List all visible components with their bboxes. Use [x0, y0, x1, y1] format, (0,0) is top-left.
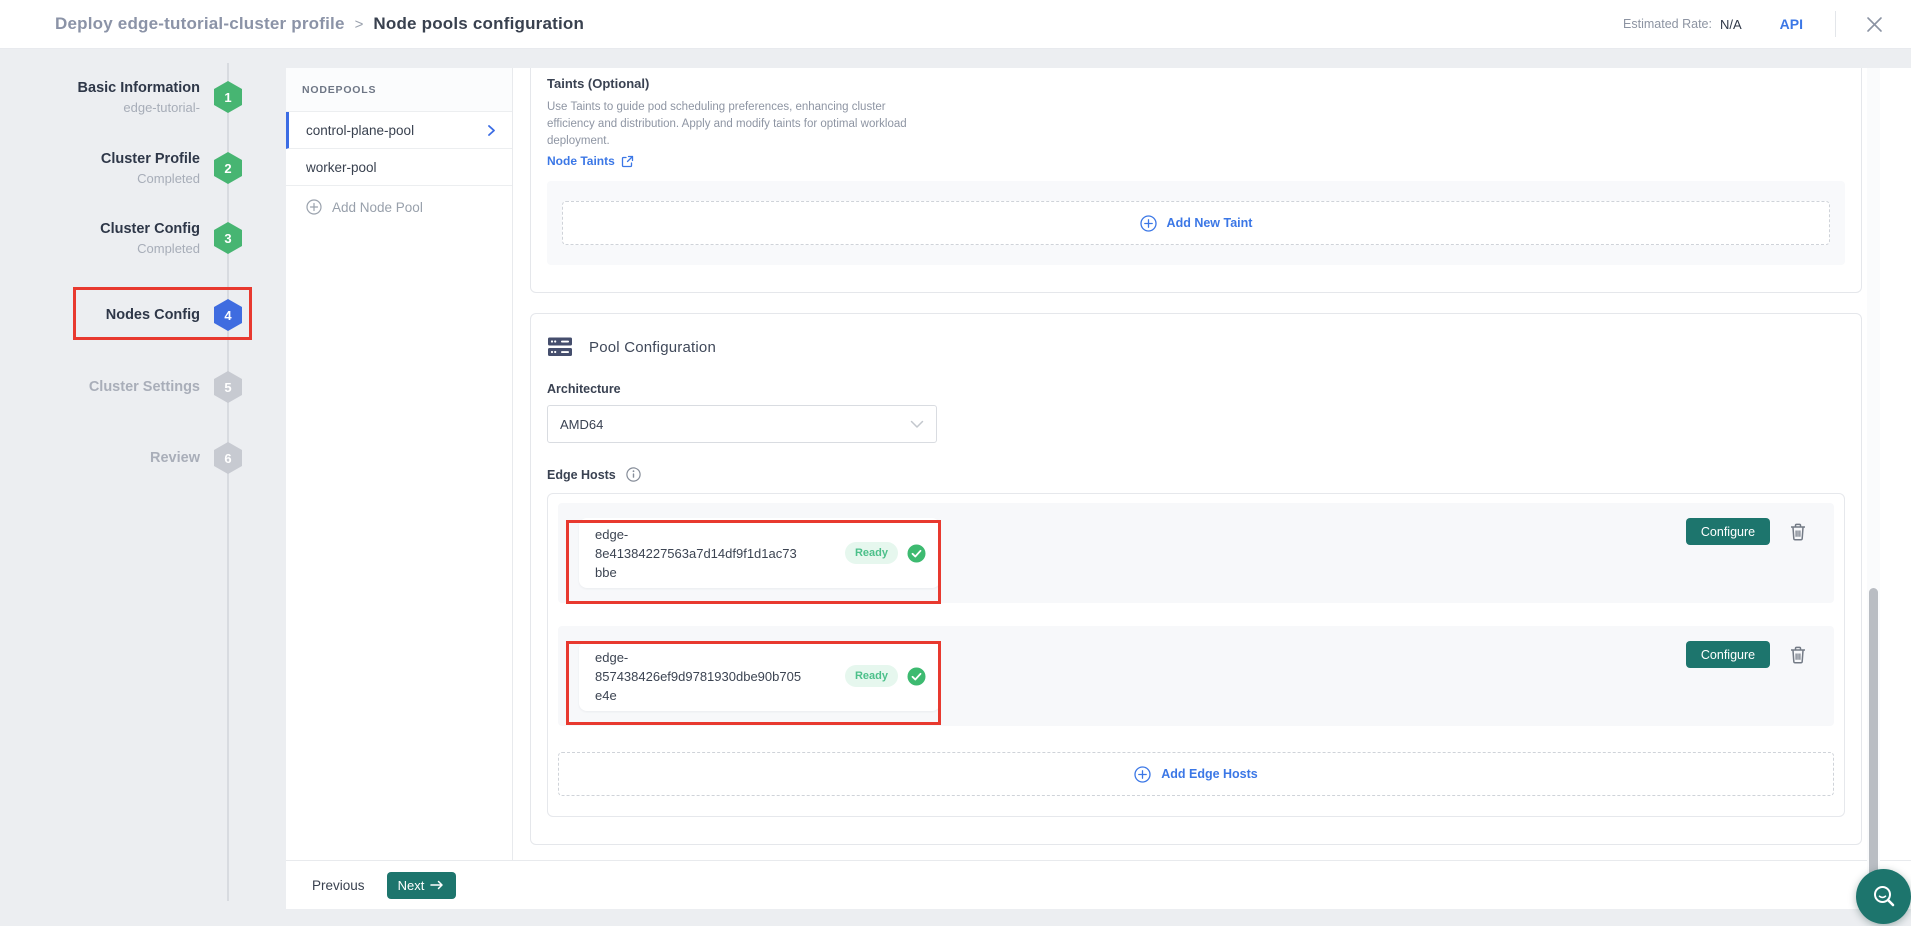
main-panel: NODEPOOLS control-plane-pool worker-pool… — [286, 68, 1911, 909]
host-actions: Configure — [1686, 641, 1808, 668]
architecture-label: Architecture — [547, 382, 1845, 396]
step-cluster-profile[interactable]: Cluster Profile Completed 2 — [0, 150, 242, 186]
server-rack-icon — [547, 336, 573, 358]
check-circle-icon — [907, 544, 926, 563]
nodepools-header: NODEPOOLS — [286, 68, 512, 112]
trash-icon — [1790, 646, 1806, 664]
scrollbar-thumb[interactable] — [1869, 588, 1878, 906]
edge-host-name: edge- 857438426ef9d9781930dbe90b705e4e — [595, 648, 803, 705]
step-label: Basic Information — [78, 79, 200, 97]
taints-description: Use Taints to guide pod scheduling prefe… — [547, 99, 919, 150]
step-label: Cluster Config — [100, 220, 200, 238]
add-edge-hosts-button[interactable]: Add Edge Hosts — [558, 752, 1834, 796]
edge-host-card[interactable]: edge- 857438426ef9d9781930dbe90b705e4e R… — [579, 641, 940, 711]
nodepool-label: control-plane-pool — [306, 123, 414, 138]
step-cluster-settings[interactable]: Cluster Settings 5 — [0, 371, 242, 403]
info-icon[interactable] — [626, 467, 641, 482]
step-label: Nodes Config — [106, 306, 200, 324]
delete-host-button[interactable] — [1788, 521, 1808, 543]
step-badge: 5 — [214, 371, 242, 403]
chevron-right-icon — [485, 124, 498, 137]
nodepool-label: worker-pool — [306, 160, 377, 175]
nodepool-item-control-plane-pool[interactable]: control-plane-pool — [286, 112, 512, 149]
trash-icon — [1790, 523, 1806, 541]
step-label: Review — [150, 449, 200, 467]
add-new-taint-label: Add New Taint — [1167, 216, 1253, 230]
taints-card: Taints (Optional) Use Taints to guide po… — [530, 68, 1862, 293]
close-button[interactable] — [1862, 12, 1887, 37]
configure-button[interactable]: Configure — [1686, 641, 1770, 668]
edge-hosts-label-row: Edge Hosts — [547, 467, 1845, 482]
step-badge: 4 — [214, 299, 242, 331]
circle-plus-icon — [1134, 766, 1151, 783]
step-cluster-config[interactable]: Cluster Config Completed 3 — [0, 220, 242, 256]
circle-plus-icon — [306, 199, 322, 215]
page-title: Node pools configuration — [373, 14, 584, 34]
add-edge-hosts-label: Add Edge Hosts — [1161, 767, 1258, 781]
stepper-connector-line — [227, 63, 229, 901]
step-sublabel: edge-tutorial- — [78, 100, 200, 115]
taints-list-container: Add New Taint — [547, 181, 1845, 265]
previous-button[interactable]: Previous — [312, 878, 365, 893]
step-basic-information[interactable]: Basic Information edge-tutorial- 1 — [0, 79, 242, 115]
edge-host-card[interactable]: edge- 8e41384227563a7d14df9f1d1ac73bbe R… — [579, 518, 940, 588]
host-actions: Configure — [1686, 518, 1808, 545]
edge-hosts-list: edge- 8e41384227563a7d14df9f1d1ac73bbe R… — [547, 493, 1845, 817]
close-icon — [1866, 16, 1883, 33]
step-review[interactable]: Review 6 — [0, 442, 242, 474]
estimated-rate-label: Estimated Rate: — [1623, 17, 1712, 31]
node-taints-link[interactable]: Node Taints — [547, 154, 634, 168]
pool-configuration-title: Pool Configuration — [589, 339, 716, 356]
breadcrumb: Deploy edge-tutorial-cluster profile > N… — [55, 14, 584, 34]
api-link[interactable]: API — [1780, 16, 1803, 32]
step-nodes-config[interactable]: Nodes Config 4 — [0, 299, 242, 331]
wizard-stepper: Basic Information edge-tutorial- 1 Clust… — [0, 49, 286, 909]
status-badge: Ready — [845, 542, 898, 564]
add-new-taint-button[interactable]: Add New Taint — [562, 201, 1830, 245]
arrow-right-icon — [430, 880, 444, 890]
edge-host-name: edge- 8e41384227563a7d14df9f1d1ac73bbe — [595, 525, 803, 582]
nodepool-item-worker-pool[interactable]: worker-pool — [286, 149, 512, 186]
wizard-footer: Previous Next — [286, 860, 1911, 909]
step-sublabel: Completed — [100, 241, 200, 256]
configure-button[interactable]: Configure — [1686, 518, 1770, 545]
magnifier-smile-icon — [1869, 882, 1899, 912]
step-badge: 2 — [214, 152, 242, 184]
edge-hosts-label: Edge Hosts — [547, 468, 616, 482]
pool-configuration-header: Pool Configuration — [547, 336, 1845, 358]
taints-title: Taints (Optional) — [547, 76, 1845, 91]
step-sublabel: Completed — [101, 171, 200, 186]
breadcrumb-profile: Deploy edge-tutorial-cluster profile — [55, 14, 345, 34]
next-button[interactable]: Next — [387, 872, 456, 899]
breadcrumb-separator: > — [355, 16, 364, 33]
nodepool-config-content: Taints (Optional) Use Taints to guide po… — [513, 68, 1911, 860]
check-circle-icon — [907, 667, 926, 686]
estimated-rate-value: N/A — [1720, 17, 1742, 32]
step-badge: 3 — [214, 222, 242, 254]
add-node-pool-label: Add Node Pool — [332, 200, 423, 215]
nodepools-sidebar: NODEPOOLS control-plane-pool worker-pool… — [286, 68, 513, 860]
pool-configuration-card: Pool Configuration Architecture AMD64 Ed… — [530, 313, 1862, 845]
chevron-down-icon — [910, 420, 924, 429]
edge-host-row: edge- 8e41384227563a7d14df9f1d1ac73bbe R… — [558, 503, 1834, 603]
edge-host-row: edge- 857438426ef9d9781930dbe90b705e4e R… — [558, 626, 1834, 726]
delete-host-button[interactable] — [1788, 644, 1808, 666]
deploy-cluster-wizard: Deploy edge-tutorial-cluster profile > N… — [0, 0, 1911, 926]
step-badge: 6 — [214, 442, 242, 474]
step-badge: 1 — [214, 81, 242, 113]
wizard-header: Deploy edge-tutorial-cluster profile > N… — [0, 0, 1911, 49]
header-actions: Estimated Rate: N/A API — [1623, 11, 1887, 37]
help-search-widget-button[interactable] — [1856, 869, 1911, 924]
architecture-value: AMD64 — [560, 417, 603, 432]
header-divider — [1835, 11, 1836, 37]
step-label: Cluster Profile — [101, 150, 200, 168]
vertical-scrollbar[interactable] — [1867, 68, 1880, 909]
external-link-icon — [621, 155, 634, 168]
add-node-pool-button[interactable]: Add Node Pool — [286, 186, 512, 228]
circle-plus-icon — [1140, 215, 1157, 232]
architecture-select[interactable]: AMD64 — [547, 405, 937, 443]
status-badge: Ready — [845, 665, 898, 687]
step-label: Cluster Settings — [89, 378, 200, 396]
